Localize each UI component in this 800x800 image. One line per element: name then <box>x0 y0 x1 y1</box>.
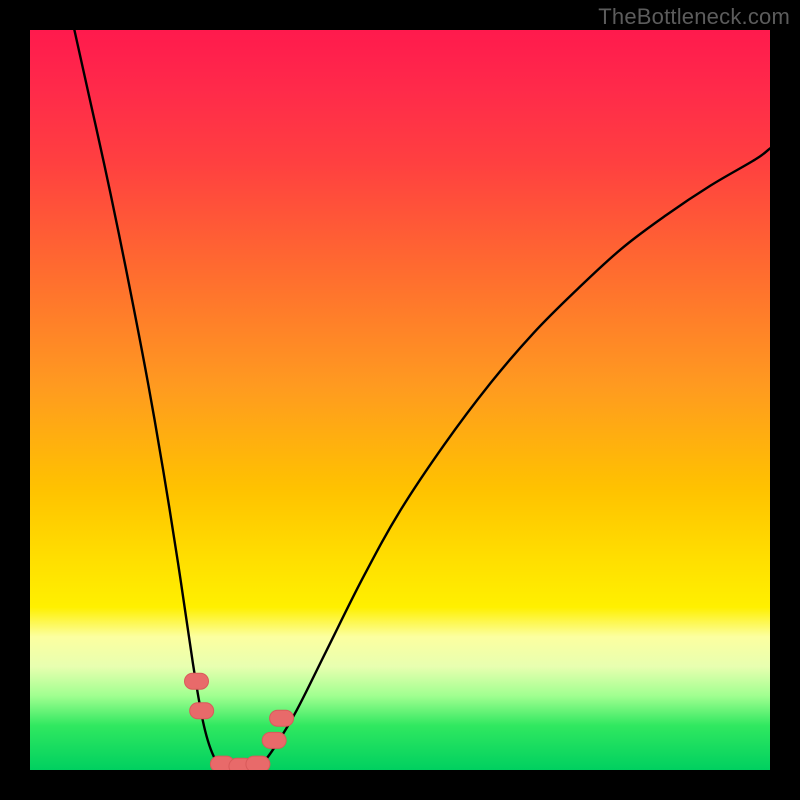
chart-svg <box>30 30 770 770</box>
marker-right-lower <box>262 732 286 748</box>
chart-plot-area <box>30 30 770 770</box>
watermark-label: TheBottleneck.com <box>598 4 790 30</box>
marker-right-upper <box>270 710 294 726</box>
marker-valley-3 <box>246 756 270 770</box>
marker-left-upper <box>185 673 209 689</box>
bottleneck-curve <box>74 30 770 769</box>
chart-frame: TheBottleneck.com <box>0 0 800 800</box>
chart-markers <box>185 673 294 770</box>
marker-left-lower <box>190 703 214 719</box>
chart-curves <box>74 30 770 769</box>
